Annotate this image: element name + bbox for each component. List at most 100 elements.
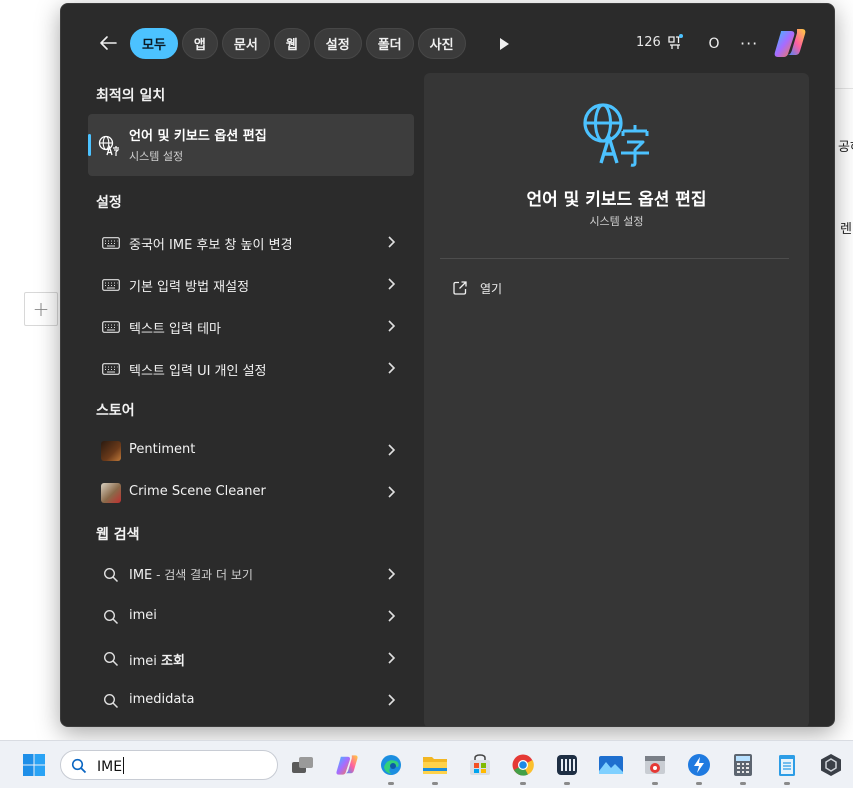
web-search-suffix: - 검색 결과 더 보기 xyxy=(152,568,253,582)
chevron-right-icon xyxy=(388,362,396,374)
app-icon[interactable] xyxy=(817,751,845,779)
web-search-label: imei 조회 xyxy=(129,650,185,669)
settings-heading: 설정 xyxy=(96,195,122,211)
running-indicator xyxy=(520,782,526,785)
best-match-title: 언어 및 키보드 옵션 편집 xyxy=(129,129,267,144)
background-text: 렌이 xyxy=(840,222,853,237)
chip-apps[interactable]: 앱 xyxy=(181,28,218,59)
settings-item[interactable]: 텍스트 입력 테마 xyxy=(88,306,414,346)
crime-scene-cleaner-app-icon xyxy=(101,483,121,503)
rewards-icon xyxy=(668,34,683,49)
taskbar: IME xyxy=(0,740,853,788)
search-icon xyxy=(101,691,121,711)
selection-indicator xyxy=(88,134,91,156)
keyboard-icon xyxy=(101,317,121,337)
open-action[interactable]: 열기 xyxy=(440,271,789,305)
store-item[interactable]: Pentiment xyxy=(88,430,414,470)
running-indicator xyxy=(652,782,658,785)
preview-title: 언어 및 키보드 옵션 편집 xyxy=(526,190,707,210)
store-heading: 스토어 xyxy=(96,403,135,419)
language-icon xyxy=(583,103,649,167)
edge-icon[interactable] xyxy=(377,751,405,779)
chevron-right-icon xyxy=(388,236,396,248)
chevron-right-icon xyxy=(388,444,396,456)
app-icon[interactable] xyxy=(553,751,581,779)
web-search-item[interactable]: imei xyxy=(88,596,414,636)
best-match-item[interactable]: 언어 및 키보드 옵션 편집 시스템 설정 xyxy=(88,114,414,176)
running-indicator xyxy=(740,782,746,785)
search-icon xyxy=(71,758,87,774)
taskbar-search-box[interactable]: IME xyxy=(60,750,278,780)
notepad-icon[interactable] xyxy=(773,751,801,779)
chip-settings[interactable]: 설정 xyxy=(313,28,362,59)
keyboard-icon xyxy=(101,359,121,379)
settings-item[interactable]: 기본 입력 방법 재설정 xyxy=(88,264,414,304)
chevron-right-icon xyxy=(388,694,396,706)
more-options-button[interactable]: ··· xyxy=(740,34,758,53)
chevron-right-icon xyxy=(388,278,396,290)
account-avatar[interactable]: O xyxy=(703,33,725,55)
background-text: 공하 xyxy=(838,140,853,155)
web-search-item[interactable]: imei 조회 xyxy=(88,638,414,678)
task-view-icon[interactable] xyxy=(289,751,317,779)
rewards-points[interactable]: 126 xyxy=(636,34,683,50)
pentiment-app-icon xyxy=(101,441,121,461)
browser-icon[interactable] xyxy=(641,751,669,779)
settings-item-label: 텍스트 입력 UI 개인 설정 xyxy=(129,364,267,379)
open-external-icon xyxy=(453,281,467,295)
chevron-right-icon xyxy=(388,320,396,332)
copilot-icon[interactable] xyxy=(333,751,361,779)
background-add-button[interactable]: + xyxy=(24,292,58,326)
running-indicator xyxy=(432,782,438,785)
web-search-label: imei xyxy=(129,608,157,623)
web-search-query: imei xyxy=(129,654,162,669)
chevron-right-icon xyxy=(388,652,396,664)
web-search-suffix: 조회 xyxy=(161,654,185,669)
store-item[interactable]: Crime Scene Cleaner xyxy=(88,472,414,512)
settings-item-label: 텍스트 입력 테마 xyxy=(129,322,221,337)
web-search-query: imei xyxy=(129,608,157,623)
arrow-left-icon xyxy=(100,36,117,50)
store-item-label: Crime Scene Cleaner xyxy=(129,484,266,499)
web-search-item[interactable]: imedidata xyxy=(88,680,414,720)
points-value: 126 xyxy=(636,34,661,50)
web-search-heading: 웹 검색 xyxy=(96,527,140,543)
running-indicator xyxy=(784,782,790,785)
result-preview-pane: 언어 및 키보드 옵션 편집 시스템 설정 열기 xyxy=(424,73,809,726)
store-icon[interactable] xyxy=(466,751,494,779)
language-icon xyxy=(98,135,120,156)
chip-all[interactable]: 모두 xyxy=(130,28,178,59)
settings-item[interactable]: 중국어 IME 후보 창 높이 변경 xyxy=(88,222,414,262)
play-icon[interactable] xyxy=(496,36,512,52)
web-search-item[interactable]: IME - 검색 결과 더 보기 xyxy=(88,554,414,594)
photos-icon[interactable] xyxy=(597,751,625,779)
back-button[interactable] xyxy=(95,30,121,56)
chrome-icon[interactable] xyxy=(509,751,537,779)
open-label: 열기 xyxy=(480,282,503,296)
search-icon xyxy=(101,565,121,585)
chip-photos[interactable]: 사진 xyxy=(417,28,466,59)
chip-documents[interactable]: 문서 xyxy=(221,28,270,59)
chip-folders[interactable]: 폴더 xyxy=(365,28,414,59)
taskbar-search-input[interactable]: IME xyxy=(97,757,125,775)
chevron-right-icon xyxy=(388,568,396,580)
running-indicator xyxy=(564,782,570,785)
settings-item-label: 기본 입력 방법 재설정 xyxy=(129,280,250,295)
calculator-icon[interactable] xyxy=(729,751,757,779)
chip-web[interactable]: 웹 xyxy=(273,28,310,59)
settings-item[interactable]: 텍스트 입력 UI 개인 설정 xyxy=(88,348,414,388)
preview-divider xyxy=(440,258,789,259)
filter-bar: 모두 앱 문서 웹 설정 폴더 사진 126 O ··· xyxy=(61,4,834,76)
running-indicator xyxy=(388,782,394,785)
settings-item-label: 중국어 IME 후보 창 높이 변경 xyxy=(129,238,293,253)
chevron-right-icon xyxy=(388,486,396,498)
copilot-icon[interactable] xyxy=(773,27,807,59)
file-explorer-icon[interactable] xyxy=(421,751,449,779)
web-search-label: IME - 검색 결과 더 보기 xyxy=(129,566,253,583)
store-item-label: Pentiment xyxy=(129,442,196,457)
running-indicator xyxy=(696,782,702,785)
keyboard-icon xyxy=(101,275,121,295)
app-icon[interactable] xyxy=(685,751,713,779)
windows-start-icon[interactable] xyxy=(22,753,46,777)
search-icon xyxy=(101,607,121,627)
